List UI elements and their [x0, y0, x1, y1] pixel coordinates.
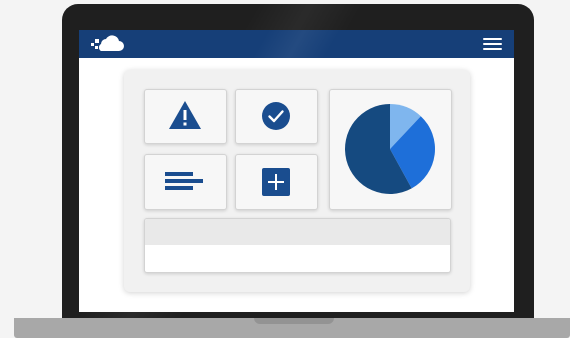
check-tile[interactable] — [235, 89, 318, 144]
warning-icon — [169, 101, 201, 129]
bottom-bar-strip — [145, 219, 450, 245]
pie-chart-tile[interactable] — [329, 89, 452, 210]
text-tile[interactable] — [144, 154, 227, 210]
header-stripe — [79, 30, 514, 58]
app-header — [79, 30, 514, 58]
warning-tile[interactable] — [144, 89, 227, 144]
plus-square-icon — [262, 168, 290, 196]
bottom-bar-tile — [144, 218, 451, 273]
laptop-base-notch — [254, 318, 334, 324]
dashboard-panel — [124, 70, 470, 292]
add-tile[interactable] — [235, 154, 318, 210]
hamburger-menu-icon[interactable] — [483, 38, 502, 50]
text-lines-icon — [165, 172, 203, 190]
laptop-base — [14, 318, 570, 338]
pie-chart — [345, 104, 435, 194]
cloud-icon[interactable] — [91, 34, 125, 54]
check-circle-icon — [262, 102, 290, 130]
